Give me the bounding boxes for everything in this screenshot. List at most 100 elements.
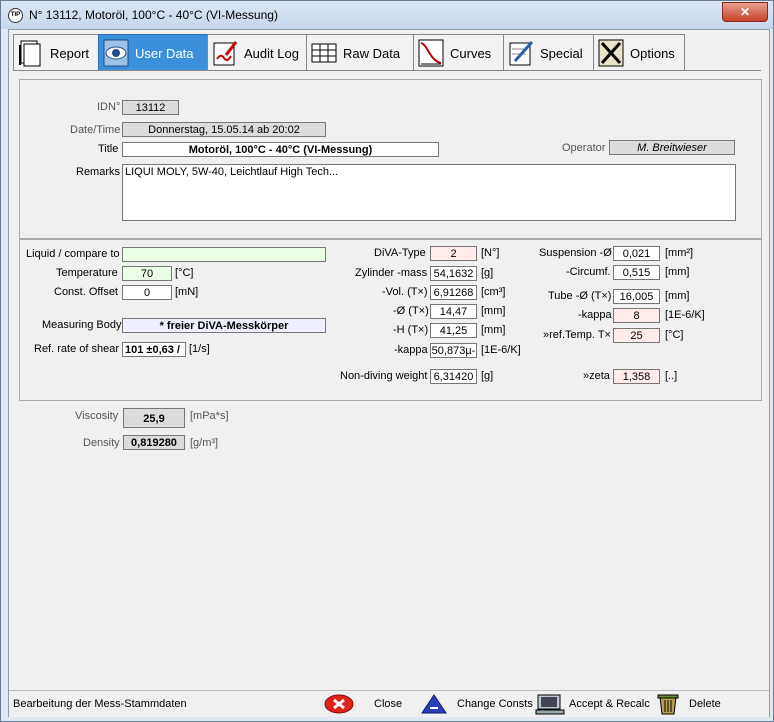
datetime-label: Date/Time — [70, 124, 121, 136]
zeta-field[interactable]: 1,358 — [613, 369, 660, 384]
height-unit: [mm] — [481, 324, 506, 336]
tab-special[interactable]: Special — [503, 34, 594, 71]
application-window: TIP N° 13112, Motoröl, 100°C - 40°C (VI-… — [0, 0, 774, 722]
suspension-label: Suspension -Ø — [539, 247, 612, 259]
volume-field[interactable]: 6,91268 — [430, 285, 477, 300]
title-field[interactable]: Motoröl, 100°C - 40°C (VI-Messung) — [122, 142, 439, 157]
non-diving-weight-field[interactable]: 6,31420 — [430, 369, 477, 384]
remarks-field[interactable]: LIQUI MOLY, 5W-40, Leichtlauf High Tech.… — [122, 164, 736, 221]
kappa-tube-label: -kappa — [578, 309, 612, 321]
table-grid-icon — [311, 43, 337, 63]
offset-unit: [mN] — [175, 286, 199, 298]
viscosity-field: 25,9 — [123, 408, 185, 428]
tools-icon — [598, 39, 624, 67]
zeta-unit: [..] — [665, 370, 678, 382]
remarks-label: Remarks — [76, 166, 121, 178]
density-field: 0,819280 — [123, 435, 185, 450]
parameters-panel: Liquid / compare to Temperature 70 [°C] … — [19, 239, 762, 401]
circumference-unit: [mm] — [665, 266, 690, 278]
app-logo-icon[interactable]: TIP — [8, 8, 23, 23]
accept-recalc-button[interactable]: Accept & Recalc — [535, 692, 653, 716]
cylinder-mass-unit: [g] — [481, 267, 494, 279]
notepad-pencil-icon — [509, 40, 534, 66]
cylinder-mass-label: Zylinder -mass — [355, 267, 428, 279]
shear-rate-unit: [1/s] — [189, 343, 210, 355]
kappa-tube-field[interactable]: 8 — [613, 308, 660, 323]
diva-type-label: DiVA-Type — [374, 247, 426, 259]
title-bar: TIP N° 13112, Motoröl, 100°C - 40°C (VI-… — [1, 1, 773, 29]
reference-temperature-unit: [°C] — [665, 329, 684, 341]
header-panel: IDN° 13112 Date/Time Donnerstag, 15.05.1… — [19, 79, 762, 239]
reference-temperature-field[interactable]: 25 — [613, 328, 660, 343]
tab-curves[interactable]: Curves — [413, 34, 504, 71]
operator-field: M. Breitwieser — [609, 140, 735, 155]
tab-special-label: Special — [540, 45, 583, 61]
close-button[interactable]: Close — [324, 692, 419, 716]
circumference-field[interactable]: 0,515 — [613, 265, 660, 280]
tab-user-data[interactable]: User Data — [98, 34, 208, 71]
kappa-cylinder-unit: [1E-6/K] — [481, 344, 521, 356]
kappa-cylinder-field[interactable]: 50,873µ- — [430, 343, 477, 358]
tab-audit-log[interactable]: Audit Log — [207, 34, 307, 71]
volume-unit: [cm³] — [481, 286, 506, 298]
delete-button[interactable]: Delete — [655, 692, 755, 716]
height-field[interactable]: 41,25 — [430, 323, 477, 338]
title-label: Title — [98, 143, 119, 155]
client-area: Report User Data Audit Log Raw Data Curv… — [8, 29, 770, 717]
liquid-label: Liquid / compare to — [26, 248, 120, 260]
height-label: -H (T×) — [393, 324, 429, 336]
viscosity-label: Viscosity — [75, 410, 119, 422]
accept-recalc-button-label: Accept & Recalc — [569, 698, 650, 710]
tube-diameter-unit: [mm] — [665, 290, 690, 302]
tab-curves-label: Curves — [450, 45, 492, 61]
change-consts-button[interactable]: Change Consts — [421, 692, 533, 716]
non-diving-weight-unit: [g] — [481, 370, 494, 382]
circumference-label: -Circumf. — [566, 266, 611, 278]
status-text: Bearbeitung der Mess-Stammdaten — [13, 698, 187, 710]
trash-bin-icon — [657, 694, 679, 715]
non-diving-weight-label: Non-diving weight — [340, 370, 428, 382]
change-consts-button-label: Change Consts — [457, 698, 533, 710]
close-button-label: Close — [374, 698, 403, 710]
tab-report-label: Report — [50, 45, 90, 61]
tab-audit-log-label: Audit Log — [244, 45, 299, 61]
temperature-label: Temperature — [56, 267, 118, 279]
computer-icon — [535, 694, 565, 715]
window-title: N° 13112, Motoröl, 100°C - 40°C (VI-Mess… — [29, 8, 278, 22]
reference-temperature-label: »ref.Temp. T× — [543, 329, 611, 341]
tube-diameter-field[interactable]: 16,005 — [613, 289, 660, 304]
tube-diameter-label: Tube -Ø (T×) — [548, 290, 612, 302]
kappa-tube-unit: [1E-6/K] — [665, 309, 705, 321]
diva-type-field[interactable]: 2 — [430, 246, 477, 261]
volume-label: -Vol. (T×) — [382, 286, 428, 298]
document-stack-icon — [19, 40, 41, 67]
temperature-unit: [°C] — [175, 267, 194, 279]
liquid-field[interactable] — [122, 247, 326, 262]
temperature-field[interactable]: 70 — [122, 266, 172, 281]
diva-type-unit: [N°] — [481, 247, 500, 259]
diameter-field[interactable]: 14,47 — [430, 304, 477, 319]
datetime-field: Donnerstag, 15.05.14 ab 20:02 — [122, 122, 326, 137]
cylinder-mass-field[interactable]: 54,1632 — [430, 266, 477, 281]
suspension-field[interactable]: 0,021 — [613, 246, 660, 261]
viscosity-unit: [mPa*s] — [190, 410, 229, 422]
eye-icon — [103, 39, 129, 67]
tab-raw-data-label: Raw Data — [343, 45, 401, 61]
window-close-button[interactable]: ✕ — [722, 2, 768, 22]
measuring-body-label: Measuring Body — [42, 319, 122, 331]
measuring-body-field[interactable]: * freier DiVA-Messkörper — [122, 318, 326, 333]
tab-options[interactable]: Options — [593, 34, 685, 71]
suspension-unit: [mm²] — [665, 247, 694, 259]
operator-label: Operator — [562, 142, 606, 154]
curve-chart-icon — [418, 39, 444, 67]
shear-rate-field[interactable]: 101 ±0,63 / — [122, 342, 186, 357]
delete-button-label: Delete — [689, 698, 721, 710]
offset-label: Const. Offset — [54, 286, 118, 298]
tab-raw-data[interactable]: Raw Data — [306, 34, 414, 71]
offset-field[interactable]: 0 — [122, 285, 172, 300]
tab-report[interactable]: Report — [13, 34, 99, 71]
tab-divider — [13, 70, 761, 71]
status-bar: Bearbeitung der Mess-Stammdaten Close Ch… — [9, 690, 769, 717]
density-unit: [g/m³] — [190, 437, 219, 449]
kappa-cylinder-label: -kappa — [394, 344, 428, 356]
